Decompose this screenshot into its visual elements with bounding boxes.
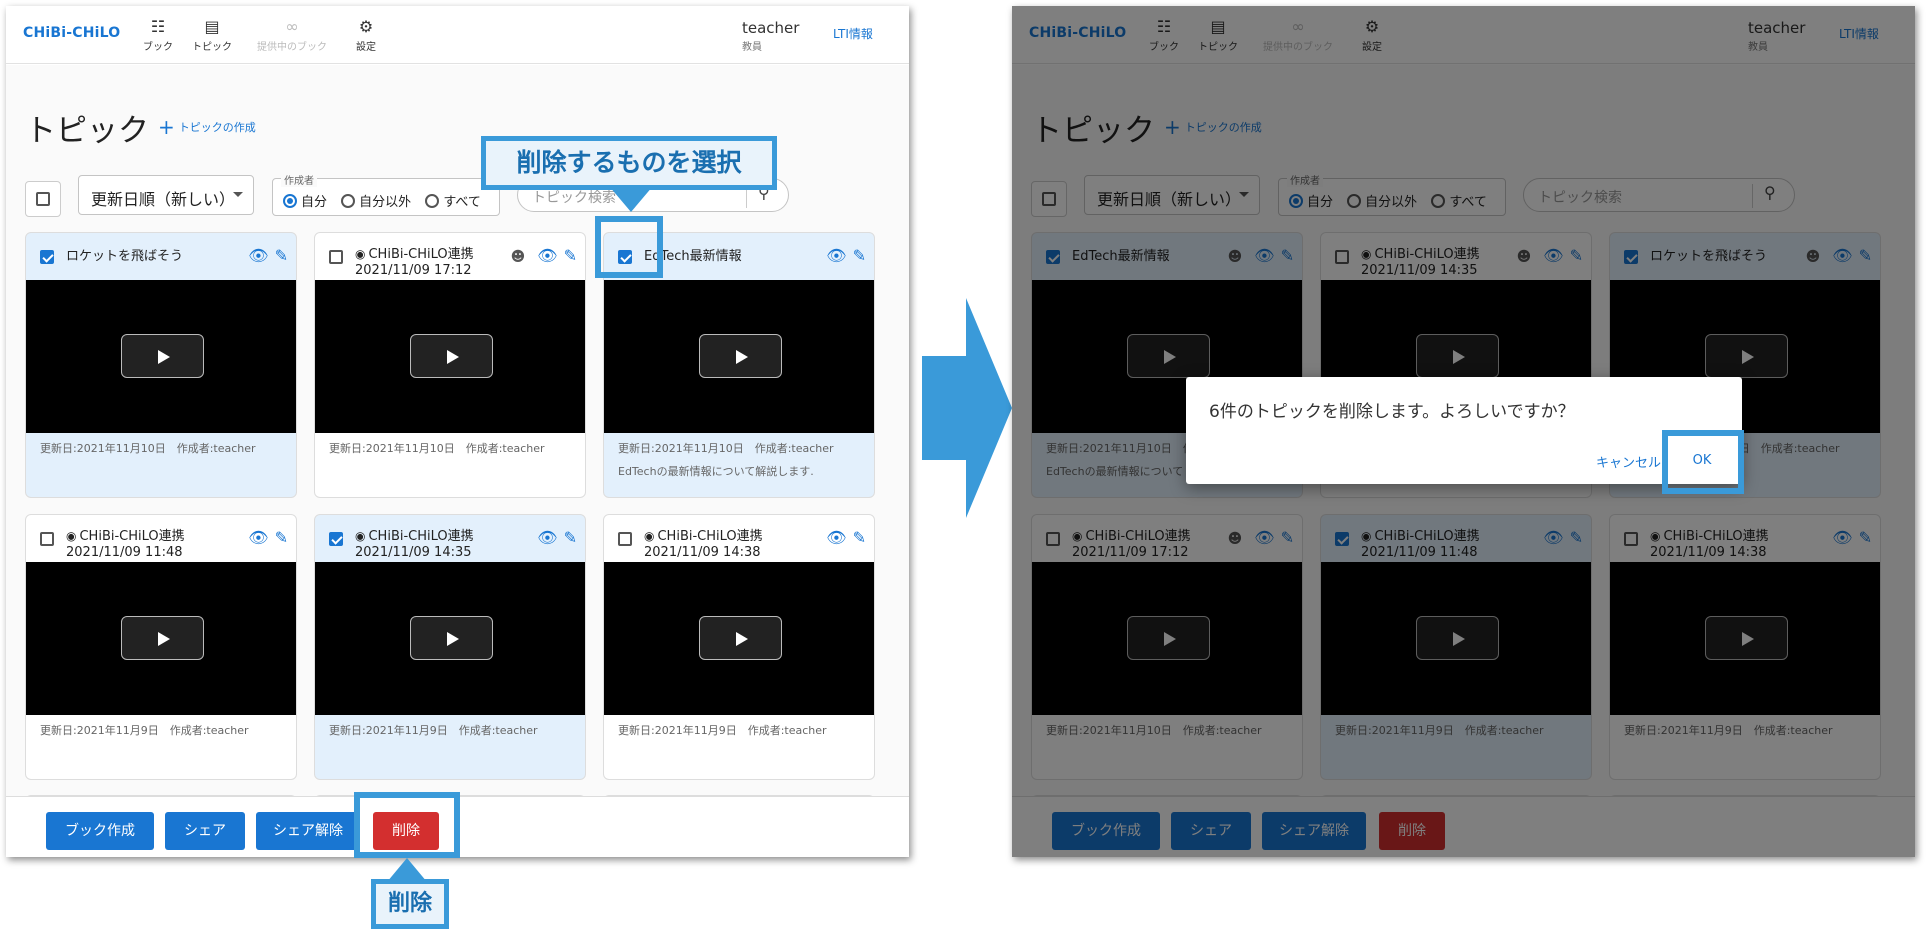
video-preview [315, 562, 585, 715]
highlight-checkbox [595, 216, 663, 278]
edit-icon[interactable]: ✎ [564, 246, 577, 265]
card-title: ◉CHiBi-CHiLO連携2021/11/09 17:12 [355, 247, 474, 278]
nav-books[interactable]: ☷ブック [130, 16, 186, 53]
lti-info-link[interactable]: LTI情報 [833, 25, 873, 42]
topic-type-icon: ◉ [66, 529, 77, 543]
creator-option-mine[interactable]: 自分 [283, 194, 327, 210]
add-topic-button[interactable]: +トピックの作成 [158, 115, 256, 139]
page-title: トピック [25, 113, 149, 149]
search-placeholder: トピック検索 [532, 190, 616, 206]
highlight-ok-button [1662, 430, 1744, 494]
video-preview [26, 562, 296, 715]
topic-icon: ▤ [204, 17, 220, 36]
select-all-checkbox[interactable] [25, 181, 61, 217]
edit-icon[interactable]: ✎ [853, 246, 866, 265]
topic-type-icon: ◉ [644, 529, 655, 543]
video-preview [604, 562, 874, 715]
nav-provided-books: ∞提供中のブック [252, 16, 332, 53]
create-book-button[interactable]: ブック作成 [46, 812, 154, 850]
creator-filter: 作成者 自分 自分以外 すべて [272, 172, 500, 216]
transition-arrow-icon [922, 298, 1012, 518]
sort-select[interactable]: 更新日順（新しい） [78, 175, 254, 215]
highlight-delete-button [354, 792, 460, 858]
checkbox-icon [36, 192, 50, 206]
topic-type-icon: ◉ [355, 529, 366, 543]
topic-card[interactable]: ◉CHiBi-CHiLO連携2021/11/09 17:12 ☻ 👁 ✎ 更新日:2… [314, 232, 586, 498]
topic-type-icon: ◉ [355, 247, 366, 261]
eye-icon[interactable]: 👁 [248, 528, 268, 547]
plus-icon: + [158, 115, 175, 139]
share-button[interactable]: シェア [165, 812, 245, 850]
eye-icon[interactable]: 👁 [248, 246, 268, 265]
eye-icon[interactable]: 👁 [826, 528, 846, 547]
dropdown-arrow-icon [233, 192, 243, 197]
video-preview [604, 280, 874, 433]
card-title: ◉CHiBi-CHiLO連携2021/11/09 11:48 [66, 529, 185, 560]
card-meta: 更新日:2021年11月9日 作成者:teacher [618, 724, 827, 737]
creator-legend: 作成者 [281, 172, 317, 187]
edit-icon[interactable]: ✎ [853, 528, 866, 547]
card-description: EdTechの最新情報について解説します. [618, 465, 814, 478]
eye-icon[interactable]: 👁 [537, 528, 557, 547]
video-preview [26, 280, 296, 433]
topic-card[interactable]: ◉CHiBi-CHiLO連携2021/11/09 11:48 👁 ✎ 更新日:20… [25, 514, 297, 780]
card-title: ◉CHiBi-CHiLO連携2021/11/09 14:35 [355, 529, 474, 560]
book-icon: ☷ [150, 17, 166, 36]
dialog-message: 6件のトピックを削除します。よろしいですか？ [1209, 402, 1575, 422]
dialog-cancel-button[interactable]: キャンセル [1596, 452, 1661, 471]
topic-card[interactable]: ◉CHiBi-CHiLO連携2021/11/09 14:38 👁 ✎ 更新日:20… [603, 514, 875, 780]
card-checkbox[interactable] [329, 250, 343, 264]
card-checkbox[interactable] [40, 250, 54, 264]
nav-topics[interactable]: ▤トピック [184, 16, 240, 53]
unshare-button[interactable]: シェア解除 [256, 812, 360, 850]
play-button[interactable] [410, 334, 493, 378]
play-button[interactable] [410, 616, 493, 660]
callout-delete: 削除 [371, 879, 449, 929]
user-menu[interactable]: teacher教員 [742, 19, 799, 53]
card-title: ロケットを飛ばそう [66, 249, 184, 264]
play-button[interactable] [699, 334, 782, 378]
creator-option-others[interactable]: 自分以外 [341, 194, 411, 210]
play-button[interactable] [121, 334, 204, 378]
gear-icon: ⚙ [358, 17, 374, 36]
shared-group-icon: ☻ [510, 249, 526, 265]
topic-card[interactable]: ◉ CHiBi-CHiLO連携 2021/11/09 14:35 👁 ✎ 更新日:20… [314, 514, 586, 780]
play-button[interactable] [121, 616, 204, 660]
link-icon: ∞ [285, 17, 299, 36]
card-checkbox[interactable] [40, 532, 54, 546]
card-meta: 更新日:2021年11月10日 作成者:teacher [40, 442, 256, 455]
topics-screen-after: CHiBi-CHiLO ☷ブック ▤トピック ∞提供中のブック ⚙設定 teac… [1012, 6, 1915, 857]
edit-icon[interactable]: ✎ [275, 528, 288, 547]
app-logo[interactable]: CHiBi-CHiLO [23, 25, 120, 41]
callout-select-to-delete: 削除するものを選択 [481, 136, 777, 190]
card-meta: 更新日:2021年11月9日 作成者:teacher [329, 724, 538, 737]
topics-screen-before: CHiBi-CHiLO ☷ ブック ▤ トピック ∞ 提供中のブック ⚙ 設定 teac… [6, 6, 909, 857]
card-title: ◉CHiBi-CHiLO連携2021/11/09 14:38 [644, 529, 763, 560]
edit-icon[interactable]: ✎ [275, 246, 288, 265]
card-meta: 更新日:2021年11月9日 作成者:teacher [40, 724, 249, 737]
nav-settings[interactable]: ⚙設定 [338, 16, 394, 53]
eye-icon[interactable]: 👁 [826, 246, 846, 265]
card-checkbox[interactable] [618, 532, 632, 546]
radio-icon [341, 194, 356, 208]
delete-confirm-dialog: 6件のトピックを削除します。よろしいですか？ キャンセル OK [1186, 377, 1742, 484]
topic-card[interactable]: ロケットを飛ばそう 👁 ✎ 更新日:2021年11月10日 作成者:teacher [25, 232, 297, 498]
eye-icon[interactable]: 👁 [537, 246, 557, 265]
play-button[interactable] [699, 616, 782, 660]
creator-option-all[interactable]: すべて [425, 194, 481, 210]
radio-checked-icon [283, 194, 297, 208]
callout-pointer [609, 186, 653, 212]
radio-icon [425, 194, 440, 208]
app-header: CHiBi-CHiLO ☷ブック ▤トピック ∞提供中のブック ⚙設定 teac… [6, 6, 909, 64]
video-preview [315, 280, 585, 433]
card-meta: 更新日:2021年11月10日 作成者:teacher [618, 442, 834, 455]
card-checkbox[interactable] [329, 532, 343, 546]
edit-icon[interactable]: ✎ [564, 528, 577, 547]
card-meta: 更新日:2021年11月10日 作成者:teacher [329, 442, 545, 455]
